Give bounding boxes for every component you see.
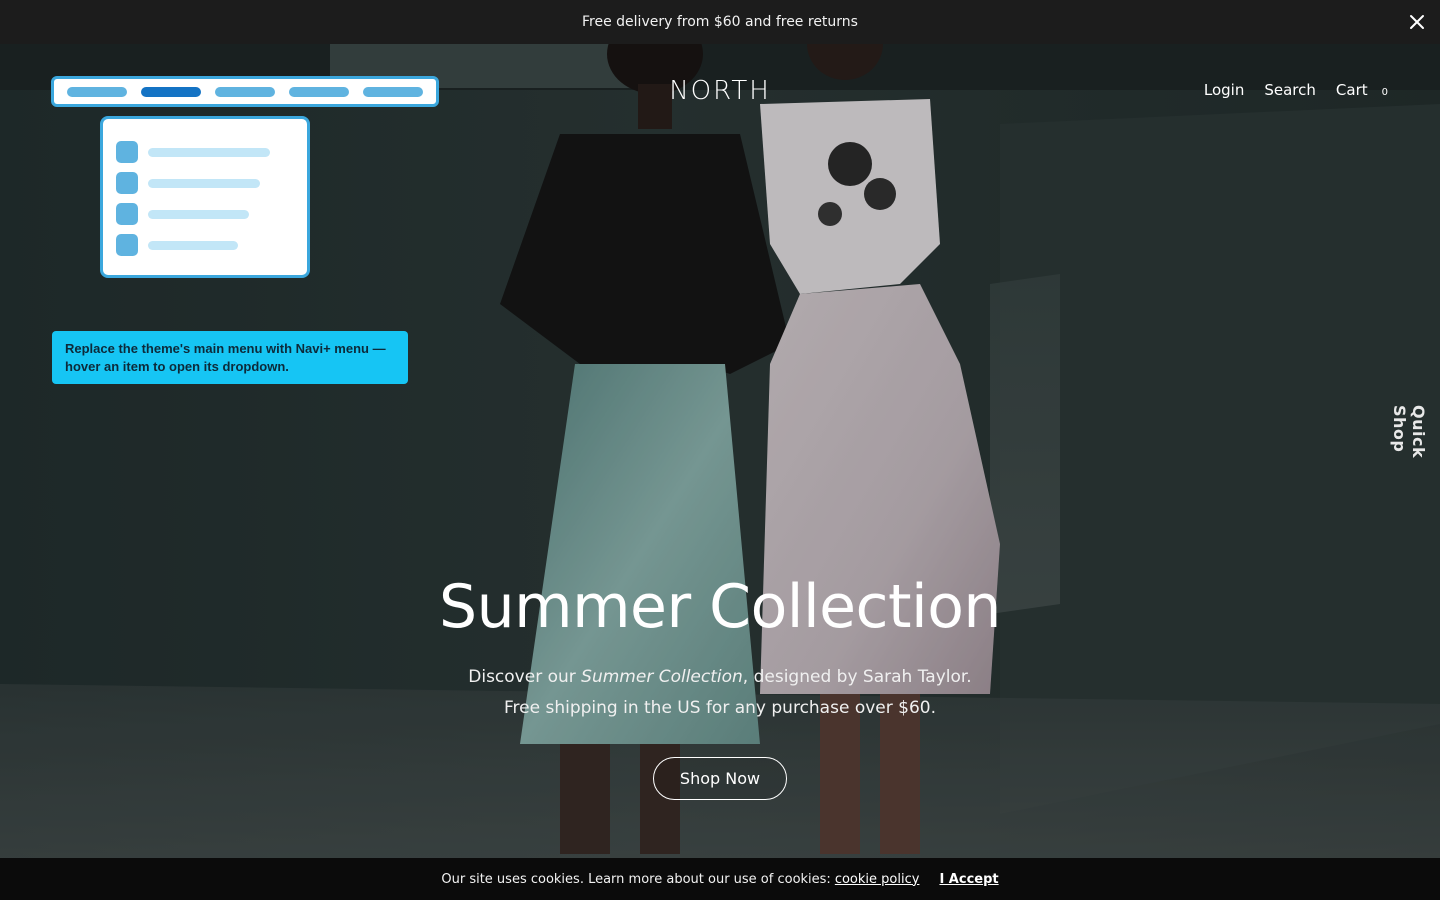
search-link[interactable]: Search [1264,81,1316,99]
cart-label: Cart [1335,81,1368,99]
hero-subtitle-line2: Free shipping in the US for any purchase… [504,698,936,718]
quick-shop-label: Quick Shop [1390,405,1428,459]
navi-tooltip: Replace the theme's main menu with Navi+… [52,331,408,384]
shop-now-button[interactable]: Shop Now [653,757,787,800]
hero-subtitle-prefix: Discover our [468,667,582,687]
navi-dropdown-item[interactable] [116,141,307,163]
navi-dropdown-item[interactable] [116,172,307,194]
cart-link[interactable]: Cart 0 [1336,81,1388,99]
announcement-bar: Free delivery from $60 and free returns [0,0,1440,44]
dropdown-item-icon [116,234,138,256]
navi-menu-item[interactable] [363,86,423,97]
navi-menu-bar [51,76,439,107]
dropdown-item-icon [116,203,138,225]
hero-subtitle-suffix: , designed by Sarah Taylor. [742,667,972,687]
cart-count-badge: 0 [1381,87,1388,98]
navi-menu-item[interactable] [215,86,275,97]
dropdown-item-icon [116,172,138,194]
dropdown-item-label [148,240,238,250]
cookie-bar: Our site uses cookies. Learn more about … [0,858,1440,900]
dropdown-item-label [148,209,249,219]
header-nav: Login Search Cart 0 [1204,81,1388,99]
dropdown-item-label [148,178,260,188]
login-link[interactable]: Login [1204,81,1244,99]
navi-dropdown-item[interactable] [116,234,307,256]
navi-dropdown [100,116,310,278]
cookie-policy-link[interactable]: cookie policy [835,872,920,887]
quick-shop-tab[interactable]: Quick Shop [1390,405,1428,497]
hero-title: Summer Collection [439,572,1001,642]
hero-subtitle: Discover our Summer Collection, designed… [0,662,1440,724]
navi-dropdown-item[interactable] [116,203,307,225]
dropdown-item-label [148,147,270,157]
navi-menu-item-active[interactable] [141,86,201,97]
navi-menu-item[interactable] [289,86,349,97]
close-icon[interactable] [1406,11,1428,33]
hero-subtitle-emphasis: Summer Collection [581,667,743,687]
announcement-text: Free delivery from $60 and free returns [582,14,858,30]
cookie-text: Our site uses cookies. Learn more about … [441,871,831,887]
navi-menu-item[interactable] [67,86,127,97]
dropdown-item-icon [116,141,138,163]
cookie-accept-button[interactable]: I Accept [939,872,998,887]
